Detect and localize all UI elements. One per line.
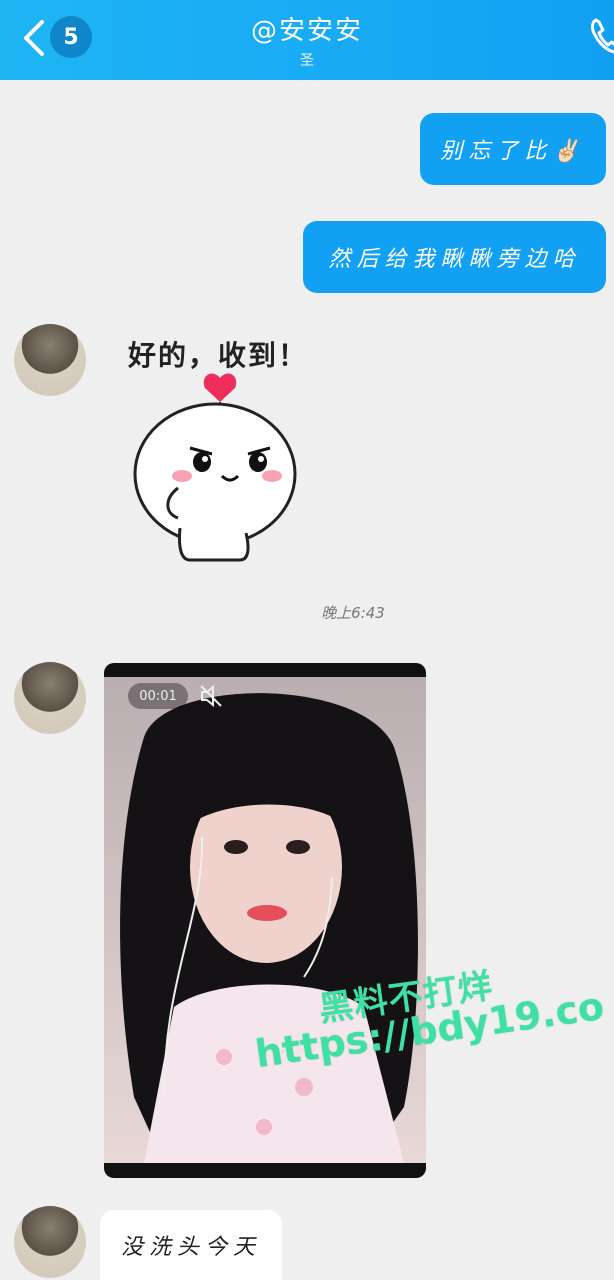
incoming-message[interactable]: 没洗头今天	[100, 1210, 282, 1280]
outgoing-message[interactable]: 然后给我瞅瞅旁边哈	[303, 221, 606, 293]
contact-avatar[interactable]	[14, 662, 86, 734]
contact-avatar[interactable]	[14, 324, 86, 396]
phone-icon[interactable]	[590, 18, 614, 54]
message-timestamp: 晚上6:43	[321, 604, 385, 622]
message-text: 别忘了比✌🏻	[440, 139, 586, 164]
message-text: 没洗头今天	[120, 1235, 261, 1260]
contact-avatar[interactable]	[14, 1206, 86, 1278]
outgoing-message[interactable]: 别忘了比✌🏻	[420, 113, 606, 185]
cartoon-character-sticker	[133, 373, 297, 562]
video-duration: 00:01	[128, 683, 188, 709]
message-text: 然后给我瞅瞅旁边哈	[328, 247, 581, 272]
chat-subtitle: 圣	[300, 53, 314, 69]
chat-header: 5 @安安安 圣	[0, 0, 614, 80]
mute-icon[interactable]	[198, 683, 224, 709]
chat-title[interactable]: @安安安	[0, 10, 614, 47]
video-thumbnail	[104, 677, 426, 1163]
video-message[interactable]: 00:01	[104, 663, 426, 1178]
sticker-message[interactable]: 好的，收到！	[120, 328, 350, 568]
